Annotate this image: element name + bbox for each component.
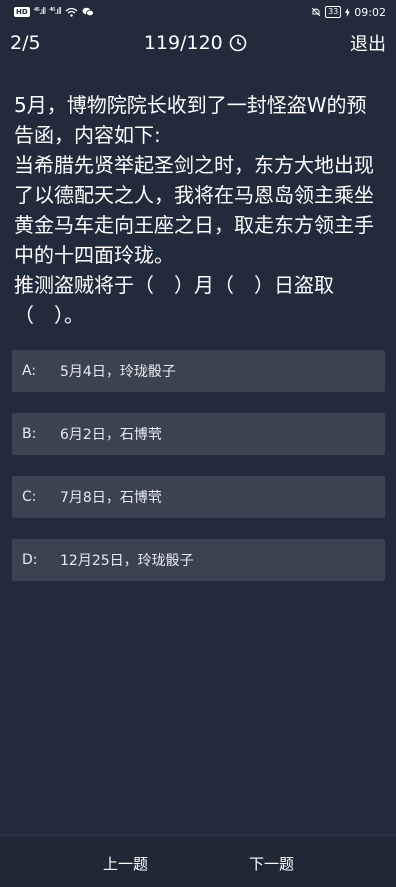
option-d[interactable]: D: 12月25日，玲珑骰子: [12, 539, 385, 581]
clock: 09:02: [354, 5, 386, 19]
options-list: A: 5月4日，玲珑骰子 B: 6月2日，石博茕 C: 7月8日，石博茕 D: …: [12, 350, 385, 602]
timer-value: 119/120: [143, 32, 223, 54]
option-text: 12月25日，玲珑骰子: [60, 553, 194, 569]
status-left: HD ⁴⁶.ıll ⁴⁶.ıll: [14, 7, 94, 17]
chat-icon: [82, 7, 94, 17]
next-question-button[interactable]: 下一题: [249, 853, 294, 874]
wifi-icon: [65, 7, 78, 17]
signal-icon: ⁴⁶.ıll: [33, 7, 47, 17]
option-letter: D:: [22, 552, 38, 568]
option-letter: A:: [22, 363, 37, 379]
clock-icon: [229, 34, 247, 52]
exit-button[interactable]: 退出: [350, 30, 386, 56]
question-progress: 2/5: [10, 32, 41, 54]
status-right: 33 09:02: [311, 6, 386, 19]
battery-icon: 33: [325, 6, 342, 18]
prev-question-button[interactable]: 上一题: [103, 853, 148, 874]
status-bar: HD ⁴⁶.ıll ⁴⁶.ıll 33 09:02: [0, 0, 396, 24]
option-text: 5月4日，玲珑骰子: [60, 364, 176, 380]
hd-icon: HD: [14, 7, 30, 17]
top-bar: 2/5 119/120 退出: [0, 28, 396, 58]
option-letter: B:: [22, 426, 37, 442]
timer: 119/120: [144, 32, 247, 54]
option-c[interactable]: C: 7月8日，石博茕: [12, 476, 385, 518]
question-text: 5月，博物院院长收到了一封怪盗W的预告函，内容如下: 当希腊先贤举起圣剑之时，东…: [14, 93, 374, 327]
option-text: 7月8日，石博茕: [60, 490, 162, 506]
charging-icon: [345, 7, 351, 17]
mute-icon: [311, 7, 321, 17]
option-text: 6月2日，石博茕: [60, 427, 162, 443]
option-b[interactable]: B: 6月2日，石博茕: [12, 413, 385, 455]
option-letter: C:: [22, 489, 37, 505]
option-a[interactable]: A: 5月4日，玲珑骰子: [12, 350, 385, 392]
bottom-nav: 上一题 下一题: [0, 835, 396, 887]
signal-icon-2: ⁴⁶.ıll: [49, 7, 62, 17]
